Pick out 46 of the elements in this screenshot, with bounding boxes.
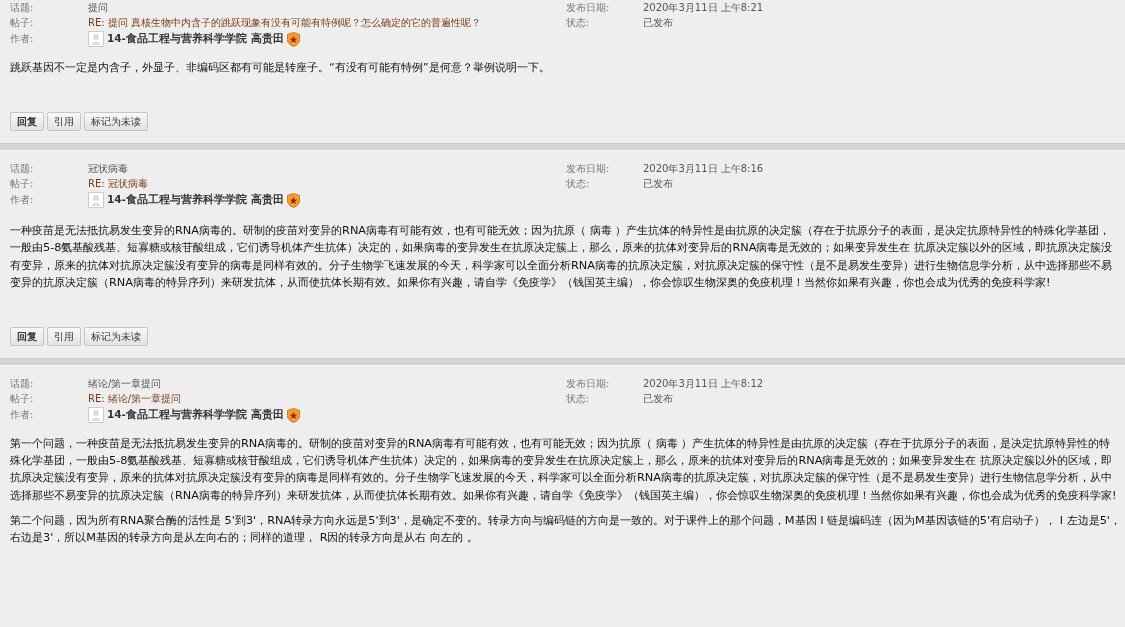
field-label: 话题: xyxy=(10,0,35,15)
post-paragraph: 一种疫苗是无法抵抗易发生变异的RNA病毒的。研制的疫苗对变异的RNA病毒有可能有效，也有可能无效；因为抗原（ 病毒 ）产生抗体的特异性是由抗原的决定簇（存在于抗原分子的表面，是决定抗原特异性的特殊化学基团，一般由5-8氨基酸残基、短寡糖或核苷酸组成，它们诱导机体产生抗体）决定的，如果病毒的变异发生在抗原决定簇上，那么，原来的抗体对变异后的RNA病毒是无效的；如果变异发生在 抗原决定簇以外的区域，即抗原决定簇没有变异，原来的抗体对抗原决定簇没有变异的病毒是同样有效的。分子生物学飞速发展的今天，科学家可以全面分析RNA病毒的抗原决定簇，对抗原决定簇的保守性（是不是易发生变异）进行生物信息学分析，从中选择那些不易变异的抗原决定簇（RNA病毒的特异序列）来研发抗体，从而使抗体长期有效。如果你有兴趣，请自学《免疫学》（钱国英主编），你会惊叹生物深奥的免疫机理！当然你如果有兴趣，你也会成为优秀的免疫科学家! xyxy=(10,223,1114,291)
action-button[interactable]: 回复 xyxy=(10,112,44,132)
topic-text: 绪论/第一章提问 xyxy=(88,376,162,391)
field-label: 作者: xyxy=(10,31,35,46)
post-title: RE: 冠状病毒 xyxy=(88,176,148,191)
field-label: 作者: xyxy=(10,407,35,422)
field-label: 话题: xyxy=(10,376,35,391)
post-paragraph: 第一个问题，一种疫苗是无法抵抗易发生变异的RNA病毒的。研制的疫苗对变异的RNA病毒有可能有效，也有可能无效；因为抗原（ 病毒 ）产生抗体的特异性是由抗原的决定簇（存在于抗原分子的表面，是决定抗原特异性的特殊化学基团，一般由5-8氨基酸残基、短寡糖或核苷酸组成，它们诱导机体产生抗体）决定的，如果病毒的变异发生在抗原决定簇上，那么，原来的抗体对变异后的RNA病毒是无效的；如果变异发生在 抗原决定簇以外的区域，即抗原决定簇没有变异，原来的抗体对抗原决定簇没有变异的病毒是同样有效的。分子生物学飞速发展的今天，科学家可以全面分析RNA病毒的抗原决定簇，对抗原决定簇的保守性（是不是易发生变异）进行生物信息学分析，从中选择那些不易变异的抗原决定簇（RNA病毒的特异序列）来研发抗体，从而使抗体长期有效。如果你有兴趣，请自学《免疫学》（钱国英主编），你会惊叹生物深奥的免疫机理！当然你如果有兴趣，你也会成为优秀的免疫科学家! xyxy=(10,436,1118,504)
field-label: 状态: xyxy=(566,176,591,191)
status-text: 已发布 xyxy=(643,15,673,30)
field-label: 发布日期: xyxy=(566,161,611,176)
field-label: 话题: xyxy=(10,161,35,176)
status-text: 已发布 xyxy=(643,176,673,191)
action-button[interactable]: 回复 xyxy=(10,327,44,346)
action-button[interactable]: 标记为未读 xyxy=(84,327,148,346)
action-button[interactable]: 标记为未读 xyxy=(84,112,148,132)
avatar-icon xyxy=(88,192,104,209)
action-button[interactable]: 引用 xyxy=(47,112,81,132)
avatar-icon xyxy=(88,31,104,47)
field-label: 状态: xyxy=(566,15,591,30)
date-text: 2020年3月11日 上午8:12 xyxy=(643,376,764,391)
field-label: 发布日期: xyxy=(566,0,611,15)
field-label: 作者: xyxy=(10,192,35,207)
post-paragraph: 跳跃基因不一定是内含子，外显子、非编码区都有可能是转座子。“有没有可能有特例”是何意？举例说明一下。 xyxy=(10,60,551,76)
topic-text: 冠状病毒 xyxy=(88,161,128,176)
post-paragraph: 第二个问题，因为所有RNA聚合酶的活性是 5'到3'，RNA转录方向永远是5'到3'，是确定不变的。转录方向与编码链的方向是一致的。对于课件上的那个问题，M基因 I 链是编码连（因为M基因该链的5'有启动子）， I 左边是5'，右边是3'，所以M基因的转录方向是从左向右的；同样的道理， R因的转录方向是从右 向左的 。 xyxy=(10,512,1121,547)
field-label: 帖子: xyxy=(10,15,35,30)
post-title: RE: 提问 真核生物中内含子的跳跃现象有没有可能有特例呢？怎么确定的它的普遍性呢？ xyxy=(88,15,481,30)
field-label: 帖子: xyxy=(10,391,35,406)
star-shield-icon xyxy=(286,407,300,423)
avatar-icon xyxy=(88,407,104,423)
date-text: 2020年3月11日 上午8:16 xyxy=(643,161,764,176)
field-label: 发布日期: xyxy=(566,376,611,391)
author-name[interactable]: 14-食品工程与营养科学学院 高贵田 xyxy=(107,193,284,208)
post-title: RE: 绪论/第一章提问 xyxy=(88,391,182,406)
field-label: 帖子: xyxy=(10,176,35,191)
action-button[interactable]: 引用 xyxy=(47,327,81,346)
field-label: 状态: xyxy=(566,391,591,406)
author-name[interactable]: 14-食品工程与营养科学学院 高贵田 xyxy=(107,408,284,422)
star-shield-icon xyxy=(286,192,300,208)
topic-text: 提问 xyxy=(88,0,108,15)
date-text: 2020年3月11日 上午8:21 xyxy=(643,0,764,15)
star-shield-icon xyxy=(286,31,300,47)
author-name[interactable]: 14-食品工程与营养科学学院 高贵田 xyxy=(107,32,284,46)
status-text: 已发布 xyxy=(643,391,673,406)
